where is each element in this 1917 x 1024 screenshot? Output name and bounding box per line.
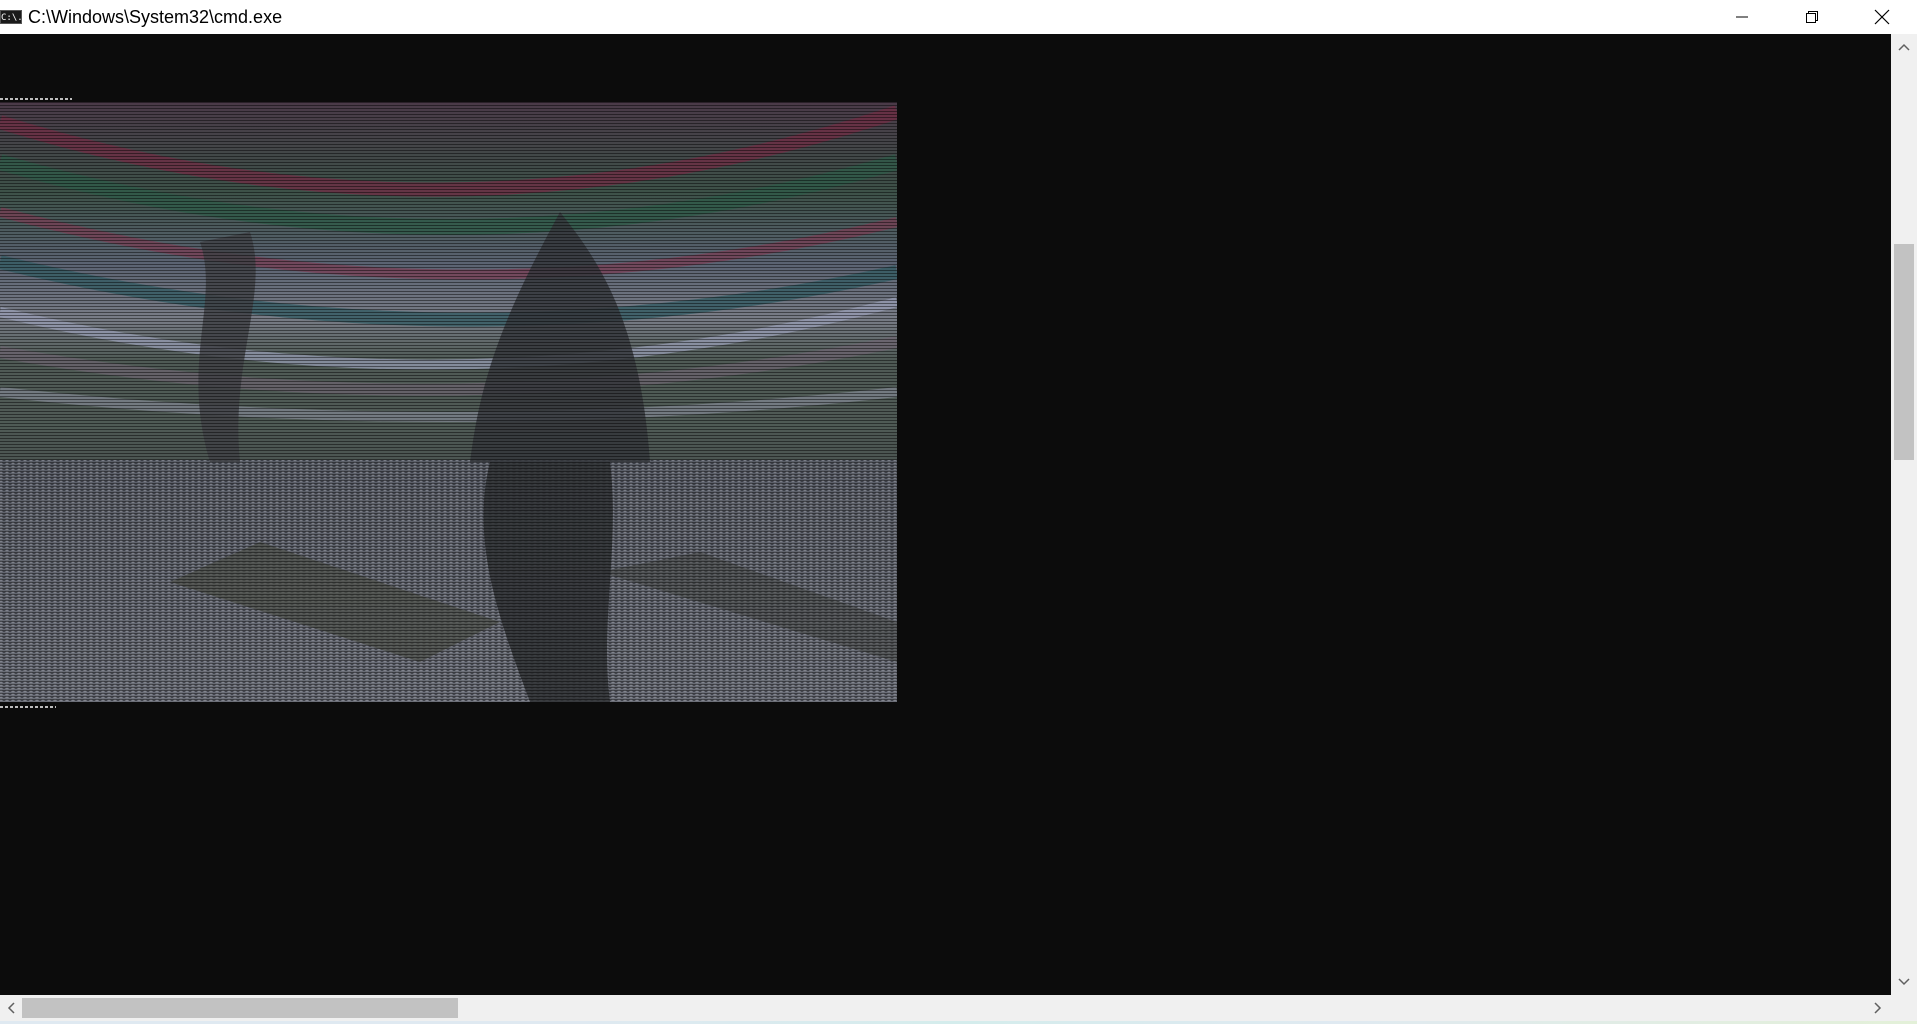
restore-icon — [1806, 11, 1818, 23]
window-controls — [1707, 0, 1917, 34]
vertical-scrollbar[interactable] — [1891, 34, 1917, 995]
chevron-down-icon — [1898, 978, 1910, 986]
ascii-art-canvas — [0, 102, 897, 702]
minimize-icon — [1736, 16, 1748, 18]
console-output[interactable] — [0, 34, 1891, 995]
chevron-left-icon — [7, 1002, 15, 1014]
scroll-right-button[interactable] — [1865, 995, 1891, 1021]
output-text-line-bottom — [0, 706, 56, 708]
minimize-button[interactable] — [1707, 0, 1777, 34]
close-icon — [1874, 9, 1890, 25]
ascii-color-art-image — [0, 102, 897, 702]
chevron-right-icon — [1874, 1002, 1882, 1014]
scrollbar-corner — [1891, 995, 1917, 1021]
vertical-scroll-thumb[interactable] — [1894, 244, 1914, 460]
title-bar[interactable]: C:\. C:\Windows\System32\cmd.exe — [0, 0, 1917, 34]
horizontal-scroll-thumb[interactable] — [22, 998, 458, 1018]
output-text-line-top — [0, 98, 72, 100]
horizontal-scrollbar[interactable] — [0, 995, 1891, 1021]
scroll-down-button[interactable] — [1891, 969, 1917, 995]
window-title: C:\Windows\System32\cmd.exe — [28, 6, 283, 27]
scroll-left-button[interactable] — [0, 995, 22, 1021]
scroll-up-button[interactable] — [1891, 34, 1917, 60]
chevron-up-icon — [1898, 43, 1910, 51]
close-button[interactable] — [1847, 0, 1917, 34]
restore-button[interactable] — [1777, 0, 1847, 34]
cmd-app-icon[interactable]: C:\. — [0, 10, 23, 24]
